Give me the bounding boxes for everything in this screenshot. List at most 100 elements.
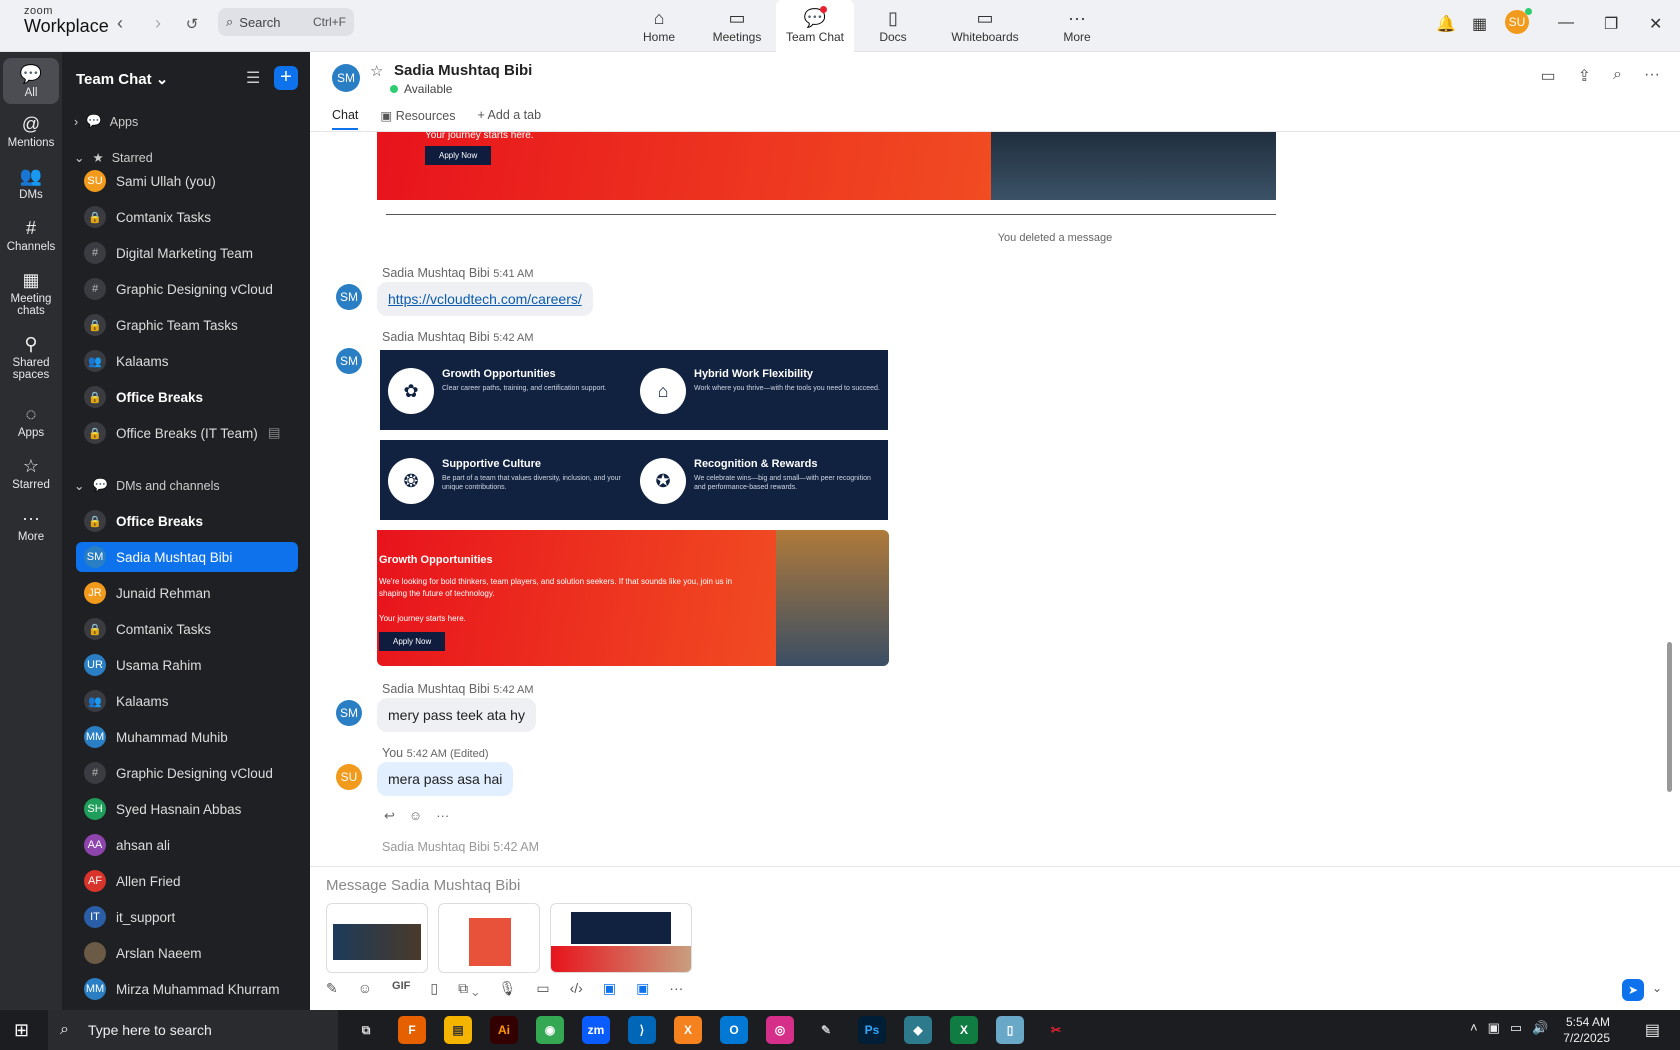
- chrome-icon[interactable]: ◉: [536, 1016, 564, 1044]
- emoji-icon[interactable]: ☺: [409, 808, 422, 824]
- excel-icon[interactable]: X: [950, 1016, 978, 1044]
- close-icon[interactable]: ✕: [1649, 14, 1662, 34]
- gif-button[interactable]: GIF: [392, 980, 410, 997]
- tab-team-chat[interactable]: 💬 Team Chat: [776, 0, 854, 52]
- clock[interactable]: 5:54 AM 7/2/2025: [1563, 1014, 1610, 1046]
- more-icon[interactable]: ···: [436, 808, 449, 824]
- task-view-icon[interactable]: ⧉: [352, 1016, 380, 1044]
- reply-icon[interactable]: ↩: [384, 808, 395, 824]
- forward-arrow-icon[interactable]: ›: [146, 13, 170, 37]
- rail-meeting-chats[interactable]: ▦ Meeting chats: [3, 270, 59, 317]
- chevron-down-icon[interactable]: ⌄: [1652, 981, 1662, 995]
- tab-home[interactable]: ⌂ Home: [620, 0, 698, 52]
- sidebar-item[interactable]: Arslan Naeem: [76, 938, 298, 968]
- sidebar-item[interactable]: # Graphic Designing vCloud: [76, 274, 298, 304]
- pen-icon[interactable]: ✎: [812, 1016, 840, 1044]
- search-icon[interactable]: ⌕: [1613, 66, 1622, 86]
- video-clip-icon[interactable]: ▭: [536, 980, 549, 997]
- sidebar-item[interactable]: 🔒 Office Breaks: [76, 382, 298, 412]
- message-bubble[interactable]: mery pass teek ata hy: [377, 698, 536, 732]
- sidebar-item[interactable]: AA ahsan ali: [76, 830, 298, 860]
- history-icon[interactable]: ↺: [180, 15, 204, 39]
- app-icon[interactable]: ◆: [904, 1016, 932, 1044]
- attachment-thumb[interactable]: [550, 903, 692, 973]
- back-arrow-icon[interactable]: ‹: [108, 13, 132, 37]
- message-bubble[interactable]: https://vcloudtech.com/careers/: [377, 282, 593, 316]
- chat-app-icon[interactable]: ▣: [636, 980, 649, 997]
- filter-icon[interactable]: ☰: [246, 68, 260, 88]
- tab-more[interactable]: ··· More: [1038, 0, 1116, 52]
- rail-more[interactable]: ··· More: [3, 508, 59, 543]
- rail-shared-spaces[interactable]: ⚲ Shared spaces: [3, 334, 59, 381]
- notepad-icon[interactable]: ▯: [996, 1016, 1024, 1044]
- sidebar-item[interactable]: # Digital Marketing Team: [76, 238, 298, 268]
- taskbar-search[interactable]: ⌕ Type here to search: [48, 1010, 338, 1050]
- rail-channels[interactable]: # Channels: [3, 218, 59, 253]
- sidebar-item[interactable]: 🔒 Office Breaks (IT Team) ▤: [76, 418, 298, 448]
- sidebar-item[interactable]: MM Mirza Muhammad Khurram: [76, 974, 298, 1004]
- tab-meetings[interactable]: ▭ Meetings: [698, 0, 776, 52]
- sidebar-item[interactable]: MM Muhammad Muhib: [76, 722, 298, 752]
- scrollbar[interactable]: [1667, 642, 1672, 792]
- sidebar-item[interactable]: SH Syed Hasnain Abbas: [76, 794, 298, 824]
- windows-start-icon[interactable]: ⊞: [14, 1020, 29, 1041]
- search-input[interactable]: ⌕ Search Ctrl+F: [218, 8, 354, 36]
- screenshot-icon[interactable]: ⧉ ⌄: [458, 980, 479, 997]
- image-attachment[interactable]: ❂ Supportive Culture Be part of a team tha…: [380, 440, 888, 520]
- sidebar-item[interactable]: # Graphic Designing vCloud: [76, 758, 298, 788]
- app-icon[interactable]: ▣: [603, 980, 616, 997]
- avatar[interactable]: SM: [332, 64, 360, 92]
- file-explorer-icon[interactable]: ▤: [444, 1016, 472, 1044]
- sidebar-title[interactable]: Team Chat ⌄: [76, 70, 168, 88]
- volume-icon[interactable]: 🔊: [1532, 1020, 1548, 1036]
- format-icon[interactable]: ✎: [326, 980, 338, 997]
- sidebar-item[interactable]: SU Sami Ullah (you): [76, 166, 298, 196]
- section-starred[interactable]: ⌄ ★ Starred: [74, 150, 153, 166]
- chevron-up-icon[interactable]: ˄: [1470, 1020, 1478, 1036]
- network-icon[interactable]: ▭: [1510, 1020, 1522, 1036]
- tab-add[interactable]: + Add a tab: [477, 108, 541, 130]
- chat-title[interactable]: Sadia Mushtaq Bibi: [394, 62, 532, 79]
- sidebar-item-selected[interactable]: SM Sadia Mushtaq Bibi: [76, 542, 298, 572]
- user-avatar[interactable]: SU: [1505, 8, 1532, 34]
- send-button[interactable]: ➤: [1622, 979, 1644, 1001]
- image-attachment[interactable]: Growth Opportunities We're looking for b…: [377, 530, 776, 666]
- image-attachment[interactable]: ✿ Growth Opportunities Clear career paths,…: [380, 350, 888, 430]
- rail-starred[interactable]: ☆ Starred: [3, 456, 59, 491]
- tab-resources[interactable]: ▣ Resources: [380, 108, 455, 130]
- emoji-icon[interactable]: ☺: [358, 980, 372, 997]
- notification-icon[interactable]: ▤: [1645, 1020, 1660, 1040]
- rail-all[interactable]: 💬 All: [3, 58, 59, 104]
- tab-chat[interactable]: Chat: [332, 108, 359, 130]
- minimize-icon[interactable]: —: [1558, 14, 1574, 32]
- more-icon[interactable]: ···: [669, 980, 683, 997]
- attachment-thumb[interactable]: [438, 903, 540, 973]
- star-icon[interactable]: ☆: [370, 62, 383, 80]
- bell-icon[interactable]: 🔔: [1436, 14, 1456, 34]
- zoom-icon[interactable]: zm: [582, 1016, 610, 1044]
- sidebar-item[interactable]: AF Allen Fried: [76, 866, 298, 896]
- vscode-icon[interactable]: ⟩: [628, 1016, 656, 1044]
- avatar[interactable]: SM: [336, 348, 362, 374]
- video-icon[interactable]: ▭: [1541, 66, 1556, 86]
- sidebar-item[interactable]: 👥 Kalaams: [76, 346, 298, 376]
- mic-icon[interactable]: 🎙: [499, 980, 517, 997]
- message-composer[interactable]: Message Sadia Mushtaq Bibi ✎ ☺ GIF ▯ ⧉ ⌄…: [310, 866, 1680, 1010]
- sidebar-item[interactable]: JR Junaid Rehman: [76, 578, 298, 608]
- tab-docs[interactable]: ▯ Docs: [854, 0, 932, 52]
- code-icon[interactable]: ‹/›: [570, 980, 583, 997]
- sidebar-item[interactable]: 👥 Kalaams: [76, 686, 298, 716]
- sidebar-item[interactable]: 🔒 Office Breaks: [76, 506, 298, 536]
- section-apps[interactable]: › 💬 Apps: [74, 114, 138, 129]
- calendar-icon[interactable]: ▦: [1472, 14, 1487, 34]
- rail-dms[interactable]: 👥 DMs: [3, 166, 59, 201]
- illustrator-icon[interactable]: Ai: [490, 1016, 518, 1044]
- avatar[interactable]: SM: [336, 284, 362, 310]
- message-bubble[interactable]: mera pass asa hai: [377, 762, 514, 796]
- file-icon[interactable]: ▯: [430, 980, 438, 997]
- section-dms-channels[interactable]: ⌄ 💬 DMs and channels: [74, 478, 220, 493]
- message-link[interactable]: https://vcloudtech.com/careers/: [388, 291, 582, 307]
- snipping-tool-icon[interactable]: ✂: [1042, 1016, 1070, 1044]
- rail-mentions[interactable]: @ Mentions: [3, 114, 59, 149]
- sidebar-item[interactable]: 🔒 Comtanix Tasks: [76, 202, 298, 232]
